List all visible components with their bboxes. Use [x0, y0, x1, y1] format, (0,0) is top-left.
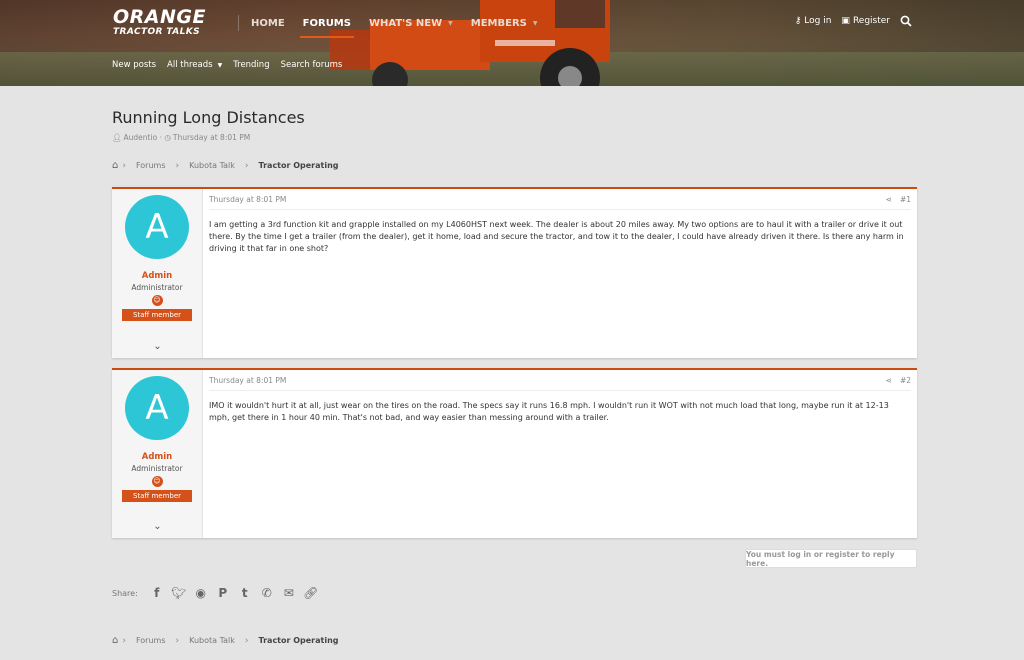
sub-nav: New posts All threads ▼ Trending Search f… [112, 60, 353, 70]
clock-icon: ◷ [164, 133, 171, 142]
chevron-down-icon[interactable]: ⌄ [112, 341, 203, 352]
breadcrumb-kubota-talk[interactable]: Kubota Talk [189, 161, 235, 170]
clipboard-icon: ▣ [841, 16, 850, 26]
thread-author[interactable]: Audentio [124, 133, 158, 142]
username[interactable]: Admin [112, 271, 202, 281]
register-link[interactable]: ▣ Register [841, 16, 890, 26]
nav-forums[interactable]: FORUMS [294, 0, 360, 46]
post-date[interactable]: Thursday at 8:01 PM [209, 376, 286, 385]
breadcrumb-forums[interactable]: Forums [136, 161, 166, 170]
chevron-right-icon: › [122, 635, 126, 646]
share-icon[interactable]: ⋖ [886, 195, 892, 204]
chevron-right-icon: › [244, 160, 249, 171]
breadcrumb-tractor-operating[interactable]: Tractor Operating [259, 161, 339, 170]
post-date[interactable]: Thursday at 8:01 PM [209, 195, 286, 204]
email-icon[interactable]: ✉ [278, 586, 300, 600]
facebook-icon[interactable]: f [146, 586, 168, 600]
breadcrumb-kubota-talk[interactable]: Kubota Talk [189, 636, 235, 645]
staff-icon: ☺ [151, 476, 163, 487]
chevron-right-icon: › [175, 160, 180, 171]
post-user-panel: A Admin Administrator ☺ Staff member ⌄ [112, 189, 203, 358]
chevron-right-icon: › [122, 160, 126, 171]
breadcrumb-forums[interactable]: Forums [136, 636, 166, 645]
logo-title: ORANGE [113, 6, 206, 28]
reddit-icon[interactable]: ◉ [190, 586, 212, 600]
share-bar: Share: f 🐦︎ ◉ P t ✆ ✉ 🔗︎ [112, 586, 322, 600]
post-number[interactable]: #2 [900, 376, 911, 385]
subnav-trending[interactable]: Trending [233, 60, 269, 70]
share-icon[interactable]: ⋖ [886, 376, 892, 385]
reply-notice[interactable]: You must log in or register to reply her… [745, 549, 917, 568]
login-link[interactable]: ⚷ Log in [795, 16, 832, 26]
breadcrumb-tractor-operating[interactable]: Tractor Operating [259, 636, 339, 645]
page-title: Running Long Distances [112, 108, 305, 127]
post-number[interactable]: #1 [900, 195, 911, 204]
main-nav: HOME FORUMS WHAT'S NEW ▼ MEMBERS ▼ [235, 0, 546, 46]
staff-badge: Staff member [122, 490, 192, 502]
thread-date[interactable]: Thursday at 8:01 PM [173, 133, 250, 142]
subnav-all-threads[interactable]: All threads ▼ [167, 60, 222, 70]
search-button[interactable] [900, 15, 912, 27]
site-header: ORANGE TRACTOR TALKS HOME FORUMS WHAT'S … [0, 0, 1024, 86]
user-title: Administrator [131, 464, 183, 473]
link-icon[interactable]: 🔗︎ [300, 586, 322, 600]
username[interactable]: Admin [112, 452, 202, 462]
staff-icon: ☺ [151, 295, 163, 306]
twitter-icon[interactable]: 🐦︎ [168, 586, 190, 600]
post-main: Thursday at 8:01 PM ⋖ #2 IMO it wouldn't… [203, 370, 917, 538]
chevron-right-icon: › [175, 635, 180, 646]
chevron-right-icon: › [244, 635, 249, 646]
subnav-search-forums[interactable]: Search forums [281, 60, 343, 70]
post-body: I am getting a 3rd function kit and grap… [209, 220, 904, 253]
tumblr-icon[interactable]: t [234, 586, 256, 600]
search-icon [900, 15, 912, 27]
post-header: Thursday at 8:01 PM ⋖ #1 [209, 195, 911, 210]
logo-subtitle: TRACTOR TALKS [113, 27, 201, 37]
thread-meta: 👤︎ Audentio · ◷ Thursday at 8:01 PM [112, 133, 251, 142]
main-content: Running Long Distances 👤︎ Audentio · ◷ T… [112, 86, 917, 646]
user-icon: 👤︎ [112, 133, 122, 142]
site-logo[interactable]: ORANGE TRACTOR TALKS [113, 8, 206, 37]
chevron-down-icon[interactable]: ▼ [533, 20, 538, 27]
avatar[interactable]: A [125, 376, 189, 440]
share-label: Share: [112, 588, 138, 598]
nav-whats-new[interactable]: WHAT'S NEW ▼ [360, 0, 462, 46]
nav-members[interactable]: MEMBERS ▼ [462, 0, 547, 46]
chevron-down-icon[interactable]: ▼ [448, 20, 453, 27]
whatsapp-icon[interactable]: ✆ [256, 586, 278, 600]
subnav-new-posts[interactable]: New posts [112, 60, 156, 70]
post-main: Thursday at 8:01 PM ⋖ #1 I am getting a … [203, 189, 917, 358]
chevron-down-icon[interactable]: ⌄ [112, 521, 203, 532]
post-body: IMO it wouldn't hurt it at all, just wea… [209, 401, 889, 422]
post-1: A Admin Administrator ☺ Staff member ⌄ T… [112, 187, 917, 358]
chevron-down-icon[interactable]: ▼ [218, 62, 223, 69]
post-header: Thursday at 8:01 PM ⋖ #2 [209, 376, 911, 391]
user-links: ⚷ Log in ▣ Register [785, 15, 912, 27]
breadcrumb-bottom: ⌂ › Forums › Kubota Talk › Tractor Opera… [112, 635, 345, 646]
home-icon[interactable]: ⌂ [112, 635, 118, 646]
nav-home[interactable]: HOME [242, 0, 294, 46]
user-title: Administrator [131, 283, 183, 292]
key-icon: ⚷ [794, 16, 802, 26]
breadcrumb: ⌂ › Forums › Kubota Talk › Tractor Opera… [112, 160, 345, 171]
post-2: A Admin Administrator ☺ Staff member ⌄ T… [112, 368, 917, 538]
pinterest-icon[interactable]: P [212, 586, 234, 600]
home-icon[interactable]: ⌂ [112, 160, 118, 171]
post-user-panel: A Admin Administrator ☺ Staff member ⌄ [112, 370, 203, 538]
avatar[interactable]: A [125, 195, 189, 259]
staff-badge: Staff member [122, 309, 192, 321]
